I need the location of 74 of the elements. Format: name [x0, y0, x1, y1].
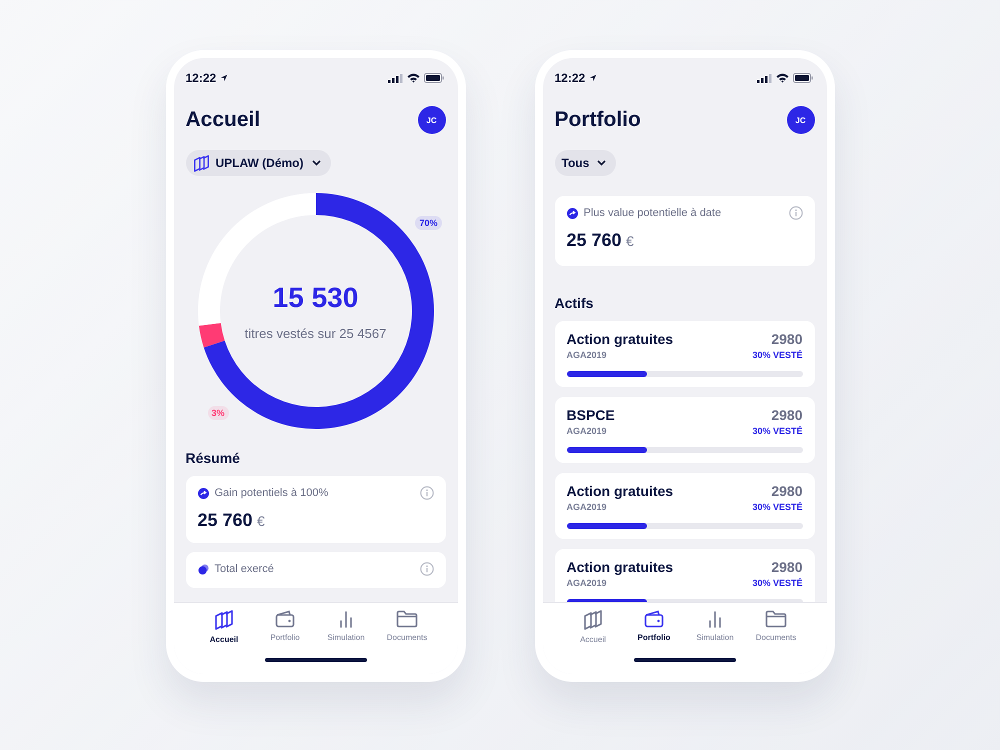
filter-dropdown[interactable]: UPLAW (Démo): [186, 150, 330, 176]
info-icon[interactable]: [420, 562, 434, 576]
section-title: Actifs: [554, 295, 594, 311]
vesting-status: 30% VESTÉ: [752, 502, 802, 512]
tab-bar-item[interactable]: Portfolio: [624, 610, 684, 644]
vesting-status: 30% VESTÉ: [752, 426, 802, 436]
chevron-down-icon: [597, 160, 606, 166]
tab-bar-item[interactable]: Portfolio: [254, 610, 316, 644]
info-icon[interactable]: [420, 486, 434, 500]
percent-badge: 3%: [208, 406, 229, 420]
asset-card[interactable]: BSPCE 2980 AGA2019 30% VESTÉ: [554, 397, 814, 463]
wifi-icon: [776, 73, 788, 83]
logo-icon: [214, 610, 234, 630]
vested-count: 15 530: [272, 282, 358, 314]
amount-value: 25 760: [198, 510, 253, 530]
asset-count: 2980: [771, 407, 802, 423]
company-logo-icon: [192, 154, 210, 172]
asset-card[interactable]: Action gratuites 2980 AGA2019 30% VESTÉ: [554, 321, 814, 387]
card-label: Total exercé: [214, 563, 274, 575]
tab-bar-item[interactable]: Accueil: [562, 610, 624, 644]
asset-code: AGA2019: [566, 578, 607, 588]
wallet-icon: [275, 610, 295, 628]
info-icon[interactable]: [788, 206, 802, 220]
battery-icon: [792, 73, 812, 83]
vested-caption: titres vestés sur 25 4567: [244, 326, 386, 340]
wifi-icon: [406, 73, 420, 83]
percent-badge: 70%: [415, 216, 442, 230]
bar-chart-icon: [707, 610, 723, 628]
logo-icon: [583, 610, 603, 630]
asset-name: BSPCE: [566, 407, 615, 423]
card-label: Gain potentiels à 100%: [214, 487, 328, 499]
wallet-icon: [644, 610, 664, 628]
arrow-circle-icon: [566, 208, 578, 218]
tab-bar-item[interactable]: Documents: [746, 610, 806, 644]
location-arrow-icon: [220, 74, 228, 82]
signal-icon: [756, 74, 772, 82]
signal-icon: [388, 74, 402, 82]
arrow-circle-icon: [198, 488, 208, 498]
card-label: Plus value potentielle à date: [584, 207, 722, 219]
battery-icon: [424, 73, 444, 83]
asset-card[interactable]: Action gratuites 2980 AGA2019 30% VESTÉ: [554, 473, 814, 539]
currency-symbol: €: [626, 233, 634, 249]
bar-chart-icon: [338, 610, 354, 628]
asset-name: Action gratuites: [566, 331, 674, 347]
asset-name: Action gratuites: [566, 559, 674, 575]
asset-name: Action gratuites: [566, 483, 674, 499]
asset-count: 2980: [771, 331, 802, 347]
vesting-status: 30% VESTÉ: [752, 578, 802, 588]
filter-dropdown[interactable]: Tous: [554, 150, 616, 176]
coins-icon: [198, 564, 208, 574]
tab-bar-item[interactable]: Simulation: [684, 610, 746, 644]
status-time: 12:22: [186, 71, 216, 85]
vesting-status: 30% VESTÉ: [752, 350, 802, 360]
amount-value: 25 760: [566, 230, 622, 250]
currency-symbol: €: [257, 513, 265, 529]
asset-code: AGA2019: [566, 350, 607, 360]
asset-count: 2980: [771, 559, 802, 575]
folder-icon: [396, 610, 418, 628]
tab-bar-item[interactable]: Accueil: [194, 610, 254, 644]
asset-code: AGA2019: [566, 426, 607, 436]
asset-count: 2980: [771, 483, 802, 499]
tab-bar-item[interactable]: Simulation: [316, 610, 376, 644]
user-avatar[interactable]: JC: [786, 106, 814, 134]
location-arrow-icon: [589, 74, 598, 82]
asset-code: AGA2019: [566, 502, 607, 512]
tab-bar-item[interactable]: Documents: [376, 610, 438, 644]
section-title: Résumé: [186, 450, 241, 466]
folder-icon: [765, 610, 787, 628]
asset-card[interactable]: Action gratuites 2980 AGA2019 30% VESTÉ: [554, 549, 814, 602]
chevron-down-icon: [312, 160, 320, 166]
user-avatar[interactable]: JC: [418, 106, 446, 134]
page-title: Accueil: [186, 108, 260, 132]
page-title: Portfolio: [554, 108, 641, 132]
status-time: 12:22: [554, 71, 586, 85]
